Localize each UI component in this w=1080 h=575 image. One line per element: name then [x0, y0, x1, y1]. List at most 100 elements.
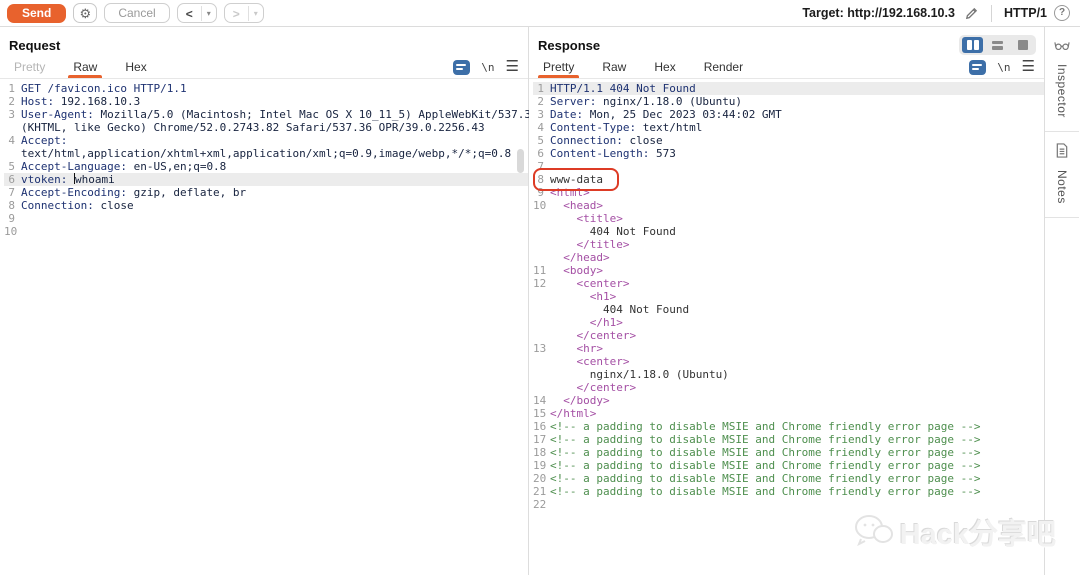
response-tabs: PrettyRawHexRender	[529, 56, 757, 78]
line-number	[4, 147, 21, 160]
menu-icon[interactable]: ☰	[1022, 62, 1035, 72]
code-line: 1GET /favicon.ico HTTP/1.1	[4, 82, 528, 95]
response-editor[interactable]: 1HTTP/1.1 404 Not Found2Server: nginx/1.…	[529, 79, 1044, 511]
line-number: 16	[533, 420, 550, 433]
code-line: 19<!-- a padding to disable MSIE and Chr…	[533, 459, 1044, 472]
forward-dropdown[interactable]: ▾	[249, 9, 263, 18]
tab-raw[interactable]: Raw	[588, 56, 640, 78]
line-number: 14	[533, 394, 550, 407]
cancel-button[interactable]: Cancel	[104, 3, 169, 23]
code-line: </head>	[533, 251, 1044, 264]
target-url: http://192.168.10.3	[847, 6, 955, 20]
search-icon[interactable]	[453, 60, 470, 75]
code-line: text/html,application/xhtml+xml,applicat…	[4, 147, 528, 160]
tab-raw[interactable]: Raw	[59, 56, 111, 78]
response-tabs-row: PrettyRawHexRender \n ☰	[529, 56, 1044, 79]
code-line: 4Content-Type: text/html	[533, 121, 1044, 134]
search-icon[interactable]	[969, 60, 986, 75]
request-editor[interactable]: 1GET /favicon.ico HTTP/1.12Host: 192.168…	[0, 79, 528, 238]
code-line: <center>	[533, 355, 1044, 368]
line-number: 22	[533, 498, 550, 511]
line-number: 5	[4, 160, 21, 173]
layout-columns-button[interactable]	[962, 37, 983, 53]
line-number: 7	[533, 160, 550, 173]
line-number: 20	[533, 472, 550, 485]
code-line: nginx/1.18.0 (Ubuntu)	[533, 368, 1044, 381]
code-line: 18<!-- a padding to disable MSIE and Chr…	[533, 446, 1044, 459]
code-line: 15</html>	[533, 407, 1044, 420]
chevron-down-icon: ▾	[254, 9, 258, 18]
line-number: 8	[4, 199, 21, 212]
line-number	[533, 212, 550, 225]
line-number: 7	[4, 186, 21, 199]
tab-render[interactable]: Render	[690, 56, 757, 78]
help-icon[interactable]: ?	[1054, 5, 1070, 21]
code-line: 9<html>	[533, 186, 1044, 199]
back-button[interactable]: <	[178, 6, 202, 21]
notes-icon	[1055, 143, 1069, 163]
request-title: Request	[0, 27, 528, 56]
linebreak-toggle[interactable]: \n	[997, 61, 1010, 74]
code-line: 16<!-- a padding to disable MSIE and Chr…	[533, 420, 1044, 433]
code-line: 13 <hr>	[533, 342, 1044, 355]
line-number: 3	[4, 108, 21, 121]
linebreak-toggle[interactable]: \n	[481, 61, 494, 74]
code-line: 6Content-Length: 573	[533, 147, 1044, 160]
right-sidebar: Inspector Notes	[1045, 27, 1079, 575]
line-number: 10	[533, 199, 550, 212]
code-line: 10 <head>	[533, 199, 1044, 212]
tab-pretty[interactable]: Pretty	[529, 56, 588, 78]
code-line: 12 <center>	[533, 277, 1044, 290]
request-tabs-row: PrettyRawHex \n ☰	[0, 56, 528, 79]
tab-notes[interactable]: Notes	[1045, 132, 1079, 218]
tab-inspector[interactable]: Inspector	[1045, 27, 1079, 132]
code-line: </title>	[533, 238, 1044, 251]
line-number	[533, 329, 550, 342]
code-line: 4Accept:	[4, 134, 528, 147]
toolbar-divider	[991, 5, 992, 22]
line-number: 9	[4, 212, 21, 225]
line-number	[4, 121, 21, 134]
request-tab-icons: \n ☰	[453, 60, 519, 75]
forward-button-group: > ▾	[224, 3, 264, 23]
line-number	[533, 368, 550, 381]
inspector-icon	[1054, 38, 1070, 57]
request-panel: Request PrettyRawHex \n ☰ 1GET /favicon.…	[0, 27, 529, 575]
send-button[interactable]: Send	[7, 4, 66, 23]
code-line: 3User-Agent: Mozilla/5.0 (Macintosh; Int…	[4, 108, 528, 121]
line-number	[533, 381, 550, 394]
line-number: 2	[533, 95, 550, 108]
code-line: </center>	[533, 329, 1044, 342]
line-number: 18	[533, 446, 550, 459]
target-prefix: Target:	[802, 6, 843, 20]
edit-target-icon[interactable]	[964, 6, 979, 21]
line-number: 4	[4, 134, 21, 147]
line-number: 12	[533, 277, 550, 290]
layout-toggle-group	[959, 35, 1036, 55]
line-number	[533, 251, 550, 264]
forward-button[interactable]: >	[225, 6, 249, 21]
response-panel: Response PrettyRawHexRender \n ☰ 1HTTP/1…	[529, 27, 1045, 575]
line-number	[533, 225, 550, 238]
code-line: 404 Not Found	[533, 225, 1044, 238]
tab-hex[interactable]: Hex	[111, 56, 160, 78]
back-dropdown[interactable]: ▾	[202, 9, 216, 18]
menu-icon[interactable]: ☰	[506, 62, 519, 72]
tab-hex[interactable]: Hex	[640, 56, 689, 78]
code-line: 20<!-- a padding to disable MSIE and Chr…	[533, 472, 1044, 485]
code-line: 11 <body>	[533, 264, 1044, 277]
settings-button[interactable]: ⚙	[73, 3, 97, 23]
line-number: 8	[533, 173, 550, 186]
layout-single-button[interactable]	[1012, 37, 1033, 53]
gear-icon: ⚙	[80, 6, 92, 21]
request-scrollbar-thumb[interactable]	[517, 149, 524, 173]
line-number: 17	[533, 433, 550, 446]
line-number: 11	[533, 264, 550, 277]
code-line: <h1>	[533, 290, 1044, 303]
layout-rows-button[interactable]	[987, 37, 1008, 53]
code-line: 8www-data	[533, 173, 1044, 186]
line-number: 1	[4, 82, 21, 95]
tab-pretty[interactable]: Pretty	[0, 56, 59, 78]
back-button-group: < ▾	[177, 3, 217, 23]
line-number: 6	[533, 147, 550, 160]
